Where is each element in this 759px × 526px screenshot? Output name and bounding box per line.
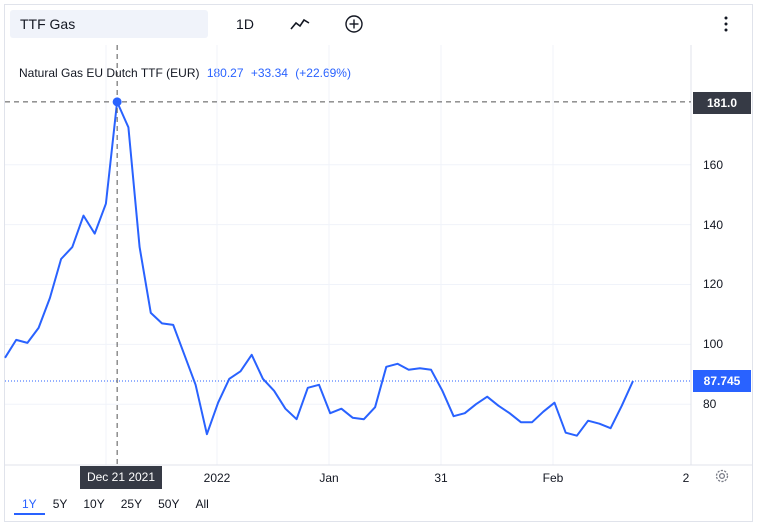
range-selector: 1Y 5Y 10Y 25Y 50Y All [14, 495, 217, 515]
grid-lines [5, 45, 691, 465]
x-tick-label: 2 [682, 471, 690, 485]
y-tick-label: 120 [703, 277, 724, 292]
range-button-all[interactable]: All [187, 495, 216, 515]
y-tick-label: 160 [703, 157, 724, 172]
x-tick-label: Feb [542, 471, 564, 485]
x-tick-label: 31 [434, 471, 448, 485]
y-tick-label: 80 [703, 397, 717, 412]
last-price-tag: 87.745 [693, 370, 751, 392]
gear-icon [715, 469, 729, 483]
x-tick-label: 2022 [203, 471, 231, 485]
range-button-10y[interactable]: 10Y [75, 495, 112, 515]
range-button-1y[interactable]: 1Y [14, 495, 45, 515]
x-tick-label: Jan [319, 471, 339, 485]
crosshair-price-tag: 181.0 [693, 92, 751, 114]
settings-button[interactable] [713, 467, 731, 485]
price-chart[interactable] [0, 0, 759, 526]
crosshair-date-tag: Dec 21 2021 [80, 466, 162, 489]
range-button-5y[interactable]: 5Y [45, 495, 76, 515]
crosshair-point [112, 97, 122, 107]
price-series-line [4, 100, 634, 437]
range-button-25y[interactable]: 25Y [113, 495, 150, 515]
y-tick-label: 140 [703, 217, 724, 232]
range-button-50y[interactable]: 50Y [150, 495, 187, 515]
y-tick-label: 100 [703, 337, 724, 352]
